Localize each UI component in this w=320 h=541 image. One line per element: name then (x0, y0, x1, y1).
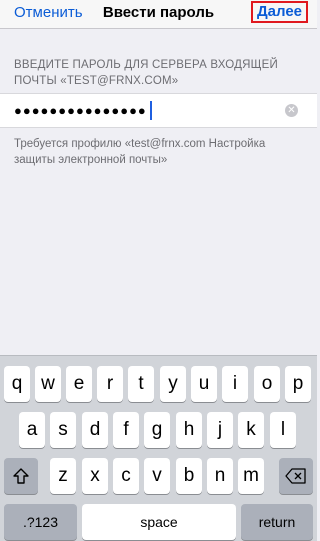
space-key[interactable]: space (82, 504, 236, 540)
navigation-bar: Отменить Ввести пароль Далее (0, 0, 317, 29)
backspace-icon (285, 468, 306, 484)
key-c[interactable]: c (113, 458, 139, 494)
key-d[interactable]: d (82, 412, 108, 448)
key-w[interactable]: w (35, 366, 61, 402)
key-p[interactable]: p (285, 366, 311, 402)
key-h[interactable]: h (176, 412, 202, 448)
text-caret (150, 101, 152, 120)
key-z[interactable]: z (50, 458, 76, 494)
keyboard: q w e r t y u i o p a s d f g h j k l z … (0, 355, 317, 541)
key-x[interactable]: x (82, 458, 108, 494)
key-f[interactable]: f (113, 412, 139, 448)
section-header: ВВЕДИТЕ ПАРОЛЬ ДЛЯ СЕРВЕРА ВХОДЯЩЕЙ ПОЧТ… (14, 59, 278, 87)
backspace-key[interactable] (279, 458, 313, 494)
footer-note: Требуется профилю «test@frnx.com Настрой… (14, 138, 266, 166)
shift-key[interactable] (4, 458, 38, 494)
clear-text-button[interactable]: ✕ (285, 104, 298, 117)
key-q[interactable]: q (4, 366, 30, 402)
password-input[interactable]: ●●●●●●●●●●●●●●● (14, 103, 147, 118)
key-k[interactable]: k (238, 412, 264, 448)
key-v[interactable]: v (144, 458, 170, 494)
key-u[interactable]: u (191, 366, 217, 402)
key-g[interactable]: g (144, 412, 170, 448)
key-l[interactable]: l (270, 412, 296, 448)
key-y[interactable]: y (160, 366, 186, 402)
next-button[interactable]: Далее (251, 1, 308, 23)
numbers-key[interactable]: .?123 (4, 504, 77, 540)
key-b[interactable]: b (176, 458, 202, 494)
key-a[interactable]: a (19, 412, 45, 448)
key-m[interactable]: m (238, 458, 264, 494)
shift-icon (13, 468, 29, 484)
return-key[interactable]: return (241, 504, 313, 540)
password-field-row[interactable]: ●●●●●●●●●●●●●●● ✕ (0, 93, 317, 128)
key-o[interactable]: o (254, 366, 280, 402)
key-r[interactable]: r (97, 366, 123, 402)
clear-icon: ✕ (287, 105, 296, 116)
key-i[interactable]: i (222, 366, 248, 402)
key-t[interactable]: t (128, 366, 154, 402)
key-e[interactable]: e (66, 366, 92, 402)
key-j[interactable]: j (207, 412, 233, 448)
key-n[interactable]: n (207, 458, 233, 494)
key-s[interactable]: s (50, 412, 76, 448)
